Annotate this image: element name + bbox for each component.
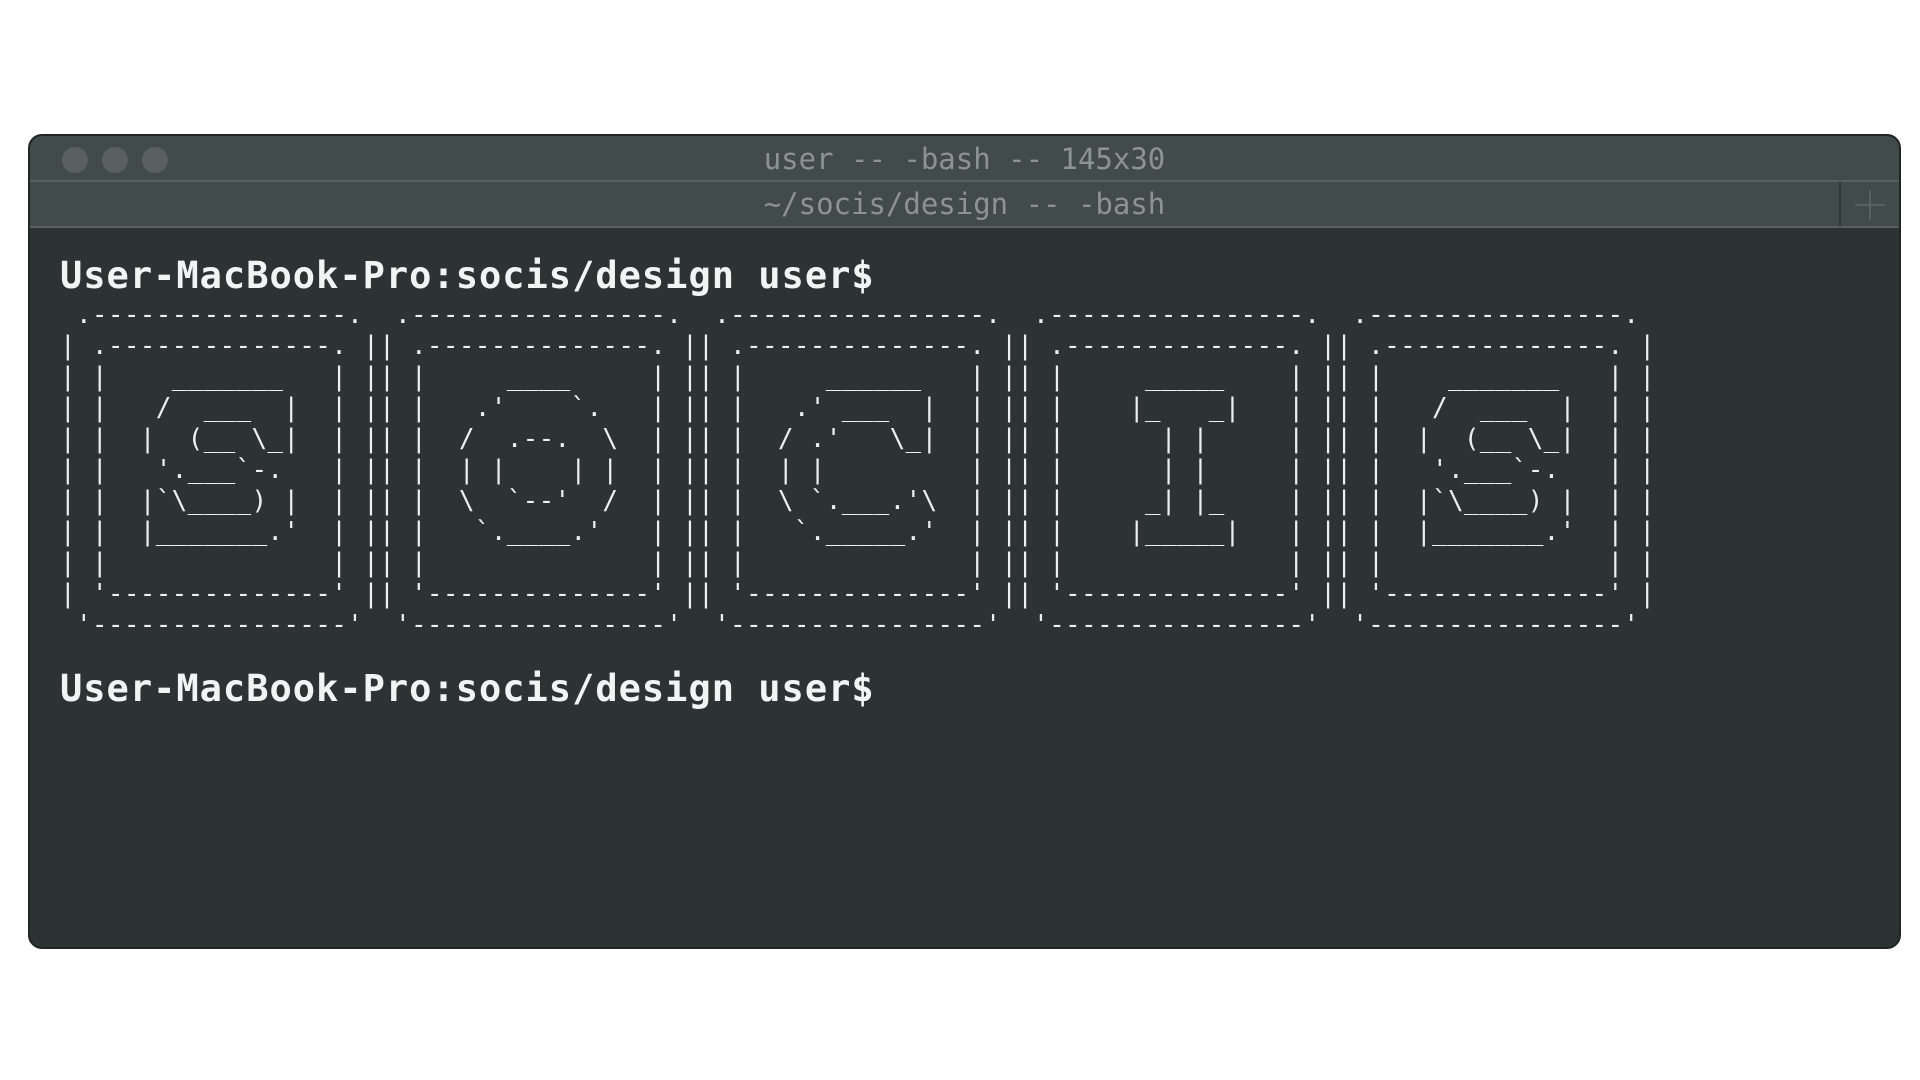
new-tab-button[interactable]	[1839, 182, 1899, 226]
terminal-output[interactable]: User-MacBook-Pro:socis/design user$ .---…	[60, 254, 1879, 711]
window-title: user -- -bash -- 145x30	[763, 142, 1166, 176]
tab-bar: ~/socis/design -- -bash	[30, 182, 1899, 228]
title-bar[interactable]: user -- -bash -- 145x30	[30, 136, 1899, 182]
tab-label: ~/socis/design -- -bash	[763, 187, 1166, 221]
shell-prompt: User-MacBook-Pro:socis/design user$	[60, 254, 875, 297]
shell-prompt-current[interactable]: User-MacBook-Pro:socis/design user$	[60, 667, 1879, 711]
plus-icon-vertical	[1869, 190, 1871, 220]
ascii-art-banner: .----------------. .----------------. .-…	[60, 300, 1656, 640]
terminal-window: user -- -bash -- 145x30 ~/socis/design -…	[28, 134, 1901, 949]
tab-socis-design[interactable]: ~/socis/design -- -bash	[30, 182, 1839, 226]
